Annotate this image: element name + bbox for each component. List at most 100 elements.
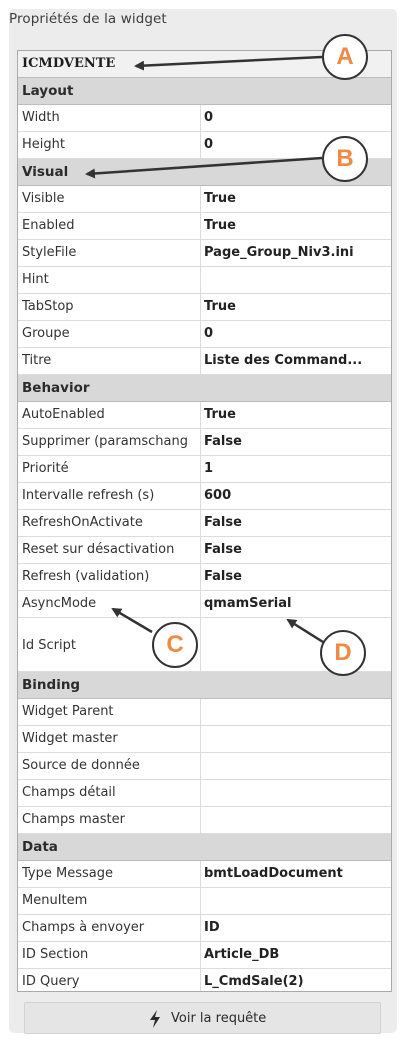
property-row-type-message[interactable]: Type Message bmtLoadDocument — [18, 861, 391, 888]
property-row-source-de-donn-e[interactable]: Source de donnée — [18, 753, 391, 780]
property-row-tabstop[interactable]: TabStop True — [18, 294, 391, 321]
column-divider — [200, 429, 201, 456]
property-value[interactable]: 1 — [204, 456, 390, 482]
property-row-groupe[interactable]: Groupe 0 — [18, 321, 391, 348]
callout-c: C — [152, 622, 198, 668]
property-row-widget-parent[interactable]: Widget Parent — [18, 699, 391, 726]
panel-title: Propriétés de la widget — [9, 11, 167, 27]
property-row-champs-master[interactable]: Champs master — [18, 807, 391, 834]
column-divider — [200, 510, 201, 537]
view-query-label: Voir la requête — [171, 1011, 267, 1026]
property-value[interactable]: False — [204, 537, 390, 563]
property-value[interactable]: 600 — [204, 483, 390, 509]
column-divider — [200, 591, 201, 618]
column-divider — [200, 267, 201, 294]
property-label: Supprimer (paramschang — [22, 434, 188, 449]
property-value[interactable]: Article_DB — [204, 942, 390, 968]
property-row-priorit[interactable]: Priorité 1 — [18, 456, 391, 483]
property-value[interactable]: bmtLoadDocument — [204, 861, 390, 887]
column-divider — [200, 807, 201, 834]
property-row-visible[interactable]: Visible True — [18, 186, 391, 213]
property-row-widget-master[interactable]: Widget master — [18, 726, 391, 753]
column-divider — [200, 753, 201, 780]
property-value[interactable]: ID — [204, 915, 390, 941]
property-value[interactable]: False — [204, 564, 390, 590]
section-behavior[interactable]: Behavior — [18, 375, 391, 402]
property-label: AutoEnabled — [22, 407, 105, 422]
property-value[interactable]: L_CmdSale(2) — [204, 969, 390, 991]
section-label: Data — [22, 839, 58, 855]
column-divider — [200, 699, 201, 726]
property-row-supprimer-paramschang[interactable]: Supprimer (paramschang False — [18, 429, 391, 456]
property-label: ID Query — [22, 974, 80, 989]
property-grid: ICMDVENTE Layout Width 0 Height 0 Visual Visibl… — [17, 50, 392, 992]
column-divider — [200, 240, 201, 267]
property-label: MenuItem — [22, 893, 88, 908]
column-divider — [200, 294, 201, 321]
section-label: Visual — [22, 164, 69, 180]
section-label: Layout — [22, 83, 74, 99]
property-row-champs-d-tail[interactable]: Champs détail — [18, 780, 391, 807]
property-value[interactable]: 0 — [204, 321, 390, 347]
column-divider — [200, 105, 201, 132]
property-row-reset-sur-d-sactivation[interactable]: Reset sur désactivation False — [18, 537, 391, 564]
section-binding[interactable]: Binding — [18, 672, 391, 699]
property-label: Groupe — [22, 326, 70, 341]
section-layout[interactable]: Layout — [18, 78, 391, 105]
property-row-width[interactable]: Width 0 — [18, 105, 391, 132]
property-row-refreshonactivate[interactable]: RefreshOnActivate False — [18, 510, 391, 537]
property-value[interactable]: qmamSerial — [204, 591, 390, 617]
property-value[interactable]: 0 — [204, 105, 390, 131]
callout-d: D — [320, 630, 366, 676]
property-value[interactable]: Page_Group_Niv3.ini — [204, 240, 390, 266]
property-row-menuitem[interactable]: MenuItem — [18, 888, 391, 915]
property-label: Reset sur désactivation — [22, 542, 175, 557]
column-divider — [200, 483, 201, 510]
property-row-titre[interactable]: Titre Liste des Command... — [18, 348, 391, 375]
column-divider — [200, 969, 201, 991]
property-row-asyncmode[interactable]: AsyncMode qmamSerial — [18, 591, 391, 618]
column-divider — [200, 942, 201, 969]
property-value[interactable]: True — [204, 294, 390, 320]
column-divider — [200, 915, 201, 942]
property-value[interactable]: True — [204, 402, 390, 428]
property-label: RefreshOnActivate — [22, 515, 143, 530]
property-row-champs-envoyer[interactable]: Champs à envoyer ID — [18, 915, 391, 942]
property-value[interactable]: Liste des Command... — [204, 348, 390, 374]
section-label: Binding — [22, 677, 81, 693]
property-label: Intervalle refresh (s) — [22, 488, 155, 503]
column-divider — [200, 726, 201, 753]
property-label: Enabled — [22, 218, 75, 233]
property-row-enabled[interactable]: Enabled True — [18, 213, 391, 240]
property-label: Height — [22, 137, 65, 152]
property-label: Visible — [22, 191, 65, 206]
property-value[interactable]: True — [204, 186, 390, 212]
property-row-intervalle-refresh-s[interactable]: Intervalle refresh (s) 600 — [18, 483, 391, 510]
property-label: Refresh (validation) — [22, 569, 150, 584]
column-divider — [200, 213, 201, 240]
property-row-autoenabled[interactable]: AutoEnabled True — [18, 402, 391, 429]
column-divider — [200, 186, 201, 213]
column-divider — [200, 537, 201, 564]
property-label: Priorité — [22, 461, 69, 476]
property-row-id-section[interactable]: ID Section Article_DB — [18, 942, 391, 969]
column-divider — [200, 321, 201, 348]
property-label: Widget Parent — [22, 704, 114, 719]
property-row-refresh-validation[interactable]: Refresh (validation) False — [18, 564, 391, 591]
column-divider — [200, 564, 201, 591]
property-row-stylefile[interactable]: StyleFile Page_Group_Niv3.ini — [18, 240, 391, 267]
section-data[interactable]: Data — [18, 834, 391, 861]
property-row-id-query[interactable]: ID Query L_CmdSale(2) — [18, 969, 391, 991]
property-row-hint[interactable]: Hint — [18, 267, 391, 294]
property-value[interactable]: False — [204, 510, 390, 536]
property-value[interactable]: True — [204, 213, 390, 239]
property-label: ID Section — [22, 947, 89, 962]
property-label: Champs à envoyer — [22, 920, 145, 935]
lightning-bolt-icon — [150, 1010, 160, 1028]
view-query-button[interactable]: Voir la requête — [24, 1002, 381, 1034]
callout-a: A — [322, 34, 368, 80]
property-label: AsyncMode — [22, 596, 97, 611]
property-value[interactable]: False — [204, 429, 390, 455]
property-label: Widget master — [22, 731, 118, 746]
property-label: Width — [22, 110, 60, 125]
